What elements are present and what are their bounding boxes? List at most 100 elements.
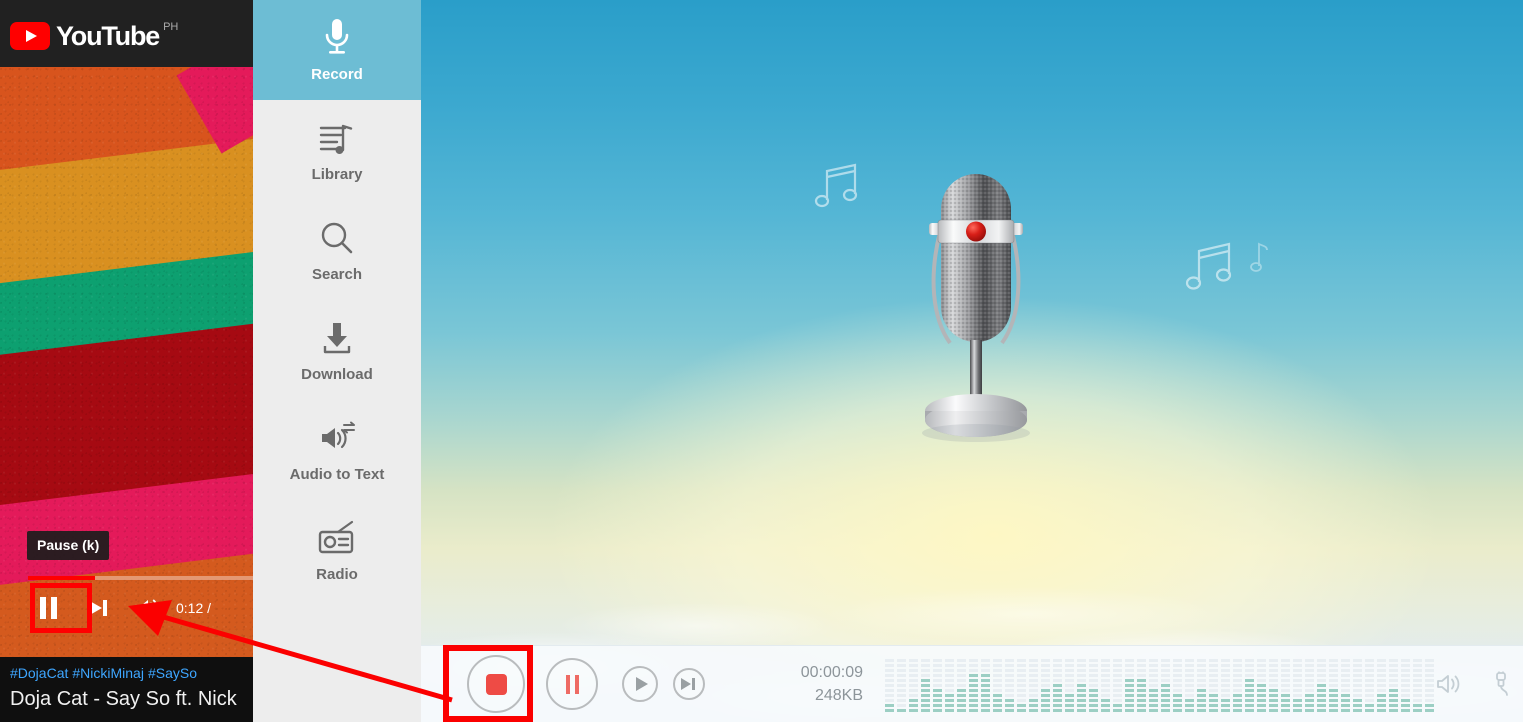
spectrum-segment [1113, 694, 1122, 697]
spectrum-segment [1173, 699, 1182, 702]
file-size: 248KB [814, 687, 863, 704]
spectrum-segment [1089, 699, 1098, 702]
spectrum-segment [1281, 679, 1290, 682]
spectrum-segment [1329, 659, 1338, 662]
spectrum-segment [1161, 664, 1170, 667]
spectrum-segment [1353, 684, 1362, 687]
spectrum-segment [945, 689, 954, 692]
spectrum-segment [1113, 684, 1122, 687]
spectrum-segment [1065, 689, 1074, 692]
spectrum-segment [993, 684, 1002, 687]
spectrum-segment [1281, 669, 1290, 672]
spectrum-segment [957, 704, 966, 707]
spectrum-column [1269, 659, 1278, 712]
spectrum-segment [981, 694, 990, 697]
spectrum-segment [897, 674, 906, 677]
spectrum-segment [1233, 664, 1242, 667]
spectrum-segment [981, 689, 990, 692]
spectrum-segment [1113, 659, 1122, 662]
stop-button[interactable] [467, 655, 525, 713]
spectrum-segment [1113, 664, 1122, 667]
audio-jack-icon[interactable] [1488, 670, 1516, 698]
next-button[interactable] [673, 668, 705, 700]
spectrum-segment [1029, 709, 1038, 712]
hashtag[interactable]: #NickiMinaj [72, 665, 144, 681]
youtube-hashtags[interactable]: #DojaCat #NickiMinaj #SaySo [10, 663, 243, 683]
spectrum-column [993, 659, 1002, 712]
spectrum-segment [1053, 669, 1062, 672]
spectrum-segment [1185, 664, 1194, 667]
spectrum-segment [1029, 704, 1038, 707]
spectrum-segment [933, 674, 942, 677]
sidebar-item-download[interactable]: Download [253, 300, 421, 400]
spectrum-segment [993, 664, 1002, 667]
speaker-volume-icon[interactable] [1434, 670, 1462, 698]
spectrum-segment [1053, 659, 1062, 662]
hashtag[interactable]: #DojaCat [10, 665, 68, 681]
spectrum-segment [1197, 709, 1206, 712]
hashtag[interactable]: #SaySo [148, 665, 197, 681]
spectrum-segment [1389, 684, 1398, 687]
spectrum-segment [1329, 674, 1338, 677]
spectrum-segment [1149, 674, 1158, 677]
sidebar-item-audio-to-text[interactable]: Audio to Text [253, 400, 421, 500]
spectrum-segment [1221, 689, 1230, 692]
spectrum-segment [1161, 659, 1170, 662]
youtube-video-thumbnail[interactable] [0, 67, 253, 657]
spectrum-segment [1305, 669, 1314, 672]
youtube-progress-fill [28, 576, 96, 580]
spectrum-segment [1053, 689, 1062, 692]
spectrum-segment [921, 679, 930, 682]
spectrum-segment [1377, 709, 1386, 712]
spectrum-segment [1221, 679, 1230, 682]
spectrum-column [1125, 659, 1134, 712]
spectrum-segment [1341, 664, 1350, 667]
sidebar-item-library[interactable]: Library [253, 100, 421, 200]
spectrum-segment [1233, 679, 1242, 682]
spectrum-segment [1089, 669, 1098, 672]
app-root: YouTube PH Pause (k) 0:12 / #DojaCat #Ni… [0, 0, 1523, 722]
spectrum-segment [933, 689, 942, 692]
spectrum-column [1089, 659, 1098, 712]
spectrum-segment [1077, 664, 1086, 667]
spectrum-column [1245, 659, 1254, 712]
spectrum-segment [969, 689, 978, 692]
spectrum-segment [1257, 669, 1266, 672]
spectrum-segment [1005, 659, 1014, 662]
sidebar-item-record[interactable]: Record [253, 0, 421, 100]
spectrum-segment [1065, 694, 1074, 697]
spectrum-segment [1401, 664, 1410, 667]
spectrum-segment [1137, 709, 1146, 712]
spectrum-segment [1173, 659, 1182, 662]
youtube-logo[interactable]: YouTube PH [10, 22, 178, 50]
spectrum-segment [1149, 689, 1158, 692]
spectrum-segment [1353, 694, 1362, 697]
spectrum-segment [897, 704, 906, 707]
youtube-progress-bar[interactable] [28, 576, 253, 580]
spectrum-segment [1041, 709, 1050, 712]
spectrum-column [933, 659, 942, 712]
spectrum-segment [1185, 704, 1194, 707]
spectrum-segment [1413, 709, 1422, 712]
spectrum-column [1077, 659, 1086, 712]
spectrum-segment [897, 659, 906, 662]
spectrum-segment [1209, 689, 1218, 692]
spectrum-segment [1425, 684, 1434, 687]
spectrum-segment [1077, 679, 1086, 682]
spectrum-column [921, 659, 930, 712]
spectrum-segment [1221, 669, 1230, 672]
spectrum-segment [1101, 699, 1110, 702]
sidebar-item-radio[interactable]: Radio [253, 500, 421, 600]
volume-icon[interactable] [132, 593, 162, 623]
spectrum-segment [945, 684, 954, 687]
spectrum-segment [885, 669, 894, 672]
play-button[interactable] [622, 666, 658, 702]
spectrum-column [1329, 659, 1338, 712]
sidebar-item-search[interactable]: Search [253, 200, 421, 300]
spectrum-segment [1413, 694, 1422, 697]
spectrum-segment [1209, 669, 1218, 672]
pause-button[interactable] [546, 658, 598, 710]
spectrum-segment [1305, 684, 1314, 687]
spectrum-segment [1413, 684, 1422, 687]
spectrum-segment [969, 704, 978, 707]
